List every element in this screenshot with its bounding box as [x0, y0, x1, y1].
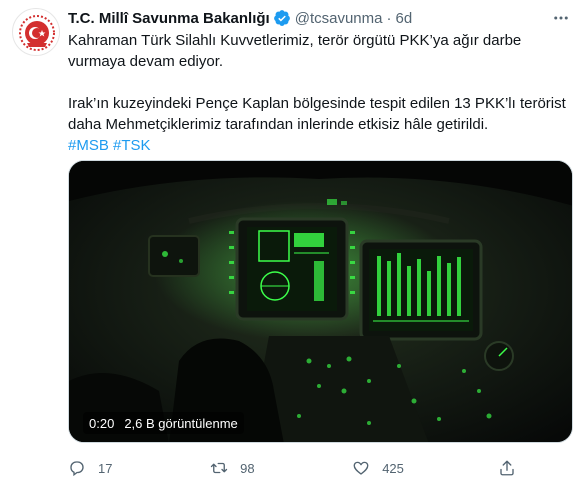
- more-dots-icon: [554, 16, 568, 20]
- tweet-text: Kahraman Türk Silahlı Kuvvetlerimiz, ter…: [68, 30, 573, 156]
- retweet-icon: [210, 462, 228, 474]
- like-button[interactable]: 425: [352, 459, 404, 477]
- retweet-button[interactable]: 98: [210, 459, 258, 477]
- hashtag-tsk[interactable]: #TSK: [113, 137, 151, 154]
- timestamp[interactable]: 6d: [395, 10, 412, 27]
- cockpit-video-thumbnail: [69, 161, 572, 442]
- heart-icon: [353, 461, 369, 475]
- tweet-header: T.C. Millî Savunma Bakanlığı @tcsavunma …: [68, 8, 575, 28]
- avatar[interactable]: [12, 8, 60, 56]
- share-icon: [500, 460, 514, 476]
- share-button[interactable]: [498, 459, 528, 477]
- hashtags: #MSB #TSK: [68, 135, 573, 156]
- tweet-actions: 17 98 425: [68, 456, 528, 480]
- display-name[interactable]: T.C. Millî Savunma Bakanlığı: [68, 10, 270, 27]
- handle[interactable]: @tcsavunma: [295, 10, 383, 27]
- verified-badge-icon: [273, 10, 290, 26]
- reply-count: 17: [98, 460, 113, 476]
- retweet-count: 98: [240, 460, 255, 476]
- msb-emblem-icon: [15, 11, 59, 55]
- like-count: 425: [382, 460, 404, 476]
- hashtag-msb[interactable]: #MSB: [68, 137, 109, 154]
- video-duration: 0:20: [89, 415, 115, 431]
- video-view-count: 2,6 B görüntülenme: [124, 415, 238, 431]
- video-info-badge: 0:20 2,6 B görüntülenme: [83, 412, 244, 434]
- tweet-paragraph-1: Kahraman Türk Silahlı Kuvvetlerimiz, ter…: [68, 32, 522, 70]
- tweet-paragraph-2: Irak’ın kuzeyindeki Pençe Kaplan bölgesi…: [68, 95, 566, 133]
- reply-button[interactable]: 17: [68, 459, 116, 477]
- separator-dot: ·: [386, 9, 392, 27]
- more-button[interactable]: [551, 8, 571, 28]
- video-player[interactable]: 0:20 2,6 B görüntülenme: [68, 160, 573, 443]
- reply-icon: [70, 461, 84, 477]
